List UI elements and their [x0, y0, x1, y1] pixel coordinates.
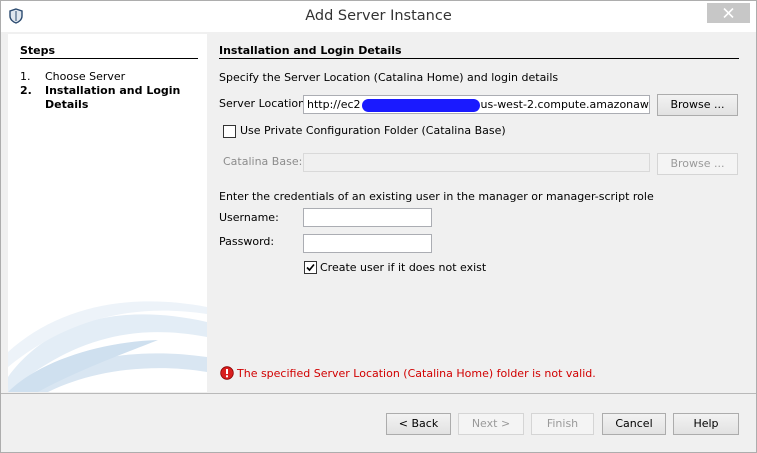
private-config-label: Use Private Configuration Folder (Catali… [240, 124, 506, 137]
catalina-base-label: Catalina Base: [223, 155, 303, 168]
step-number: 2. [20, 84, 32, 97]
step-number: 1. [20, 70, 31, 83]
username-label: Username: [219, 211, 279, 224]
steps-panel: Steps 1. Choose Server 2. Installation a… [8, 34, 207, 392]
main-panel: Installation and Login Details Specify t… [208, 34, 753, 392]
private-config-checkbox[interactable] [223, 125, 236, 138]
section-title: Installation and Login Details [219, 44, 402, 57]
section-divider [219, 58, 739, 59]
close-icon [723, 8, 734, 18]
password-label: Password: [219, 235, 275, 248]
username-input[interactable] [303, 208, 432, 227]
credentials-instruction: Enter the credentials of an existing use… [219, 190, 654, 203]
help-button[interactable]: Help [673, 413, 739, 435]
steps-title: Steps [20, 44, 56, 57]
catalina-base-input[interactable] [303, 153, 650, 172]
catalina-base-browse-button[interactable]: Browse ... [657, 153, 738, 175]
decorative-swoosh [8, 301, 207, 392]
error-icon [220, 366, 234, 380]
checkmark-icon [306, 263, 315, 272]
password-input[interactable] [303, 234, 432, 253]
server-location-value-start: http://ec2 [307, 98, 361, 111]
create-user-label: Create user if it does not exist [320, 261, 487, 274]
finish-button[interactable]: Finish [531, 413, 594, 435]
error-message: The specified Server Location (Catalina … [237, 367, 596, 380]
step-label: Choose Server [45, 70, 126, 83]
server-location-browse-button[interactable]: Browse ... [657, 94, 738, 116]
cancel-button[interactable]: Cancel [602, 413, 666, 435]
create-user-checkbox[interactable] [304, 261, 317, 274]
add-server-dialog: Add Server Instance Steps 1. Choose Serv… [0, 0, 757, 453]
redaction-mark [361, 98, 480, 112]
server-location-input[interactable]: http://ec2 us-west-2.compute.amazonaws.co… [303, 95, 650, 114]
window-title: Add Server Instance [305, 8, 452, 24]
server-location-label: Server Location: [219, 97, 309, 110]
next-button[interactable]: Next > [458, 413, 524, 435]
title-bar: Add Server Instance [1, 1, 756, 32]
footer-divider [1, 393, 756, 394]
close-button[interactable] [707, 3, 750, 23]
instruction-text: Specify the Server Location (Catalina Ho… [219, 71, 559, 84]
back-button[interactable]: < Back [386, 413, 451, 435]
server-location-value-end: us-west-2.compute.amazonaws.com:8080/ [480, 98, 650, 111]
step-label: Installation and Login Details [45, 84, 181, 111]
steps-divider [20, 58, 198, 59]
